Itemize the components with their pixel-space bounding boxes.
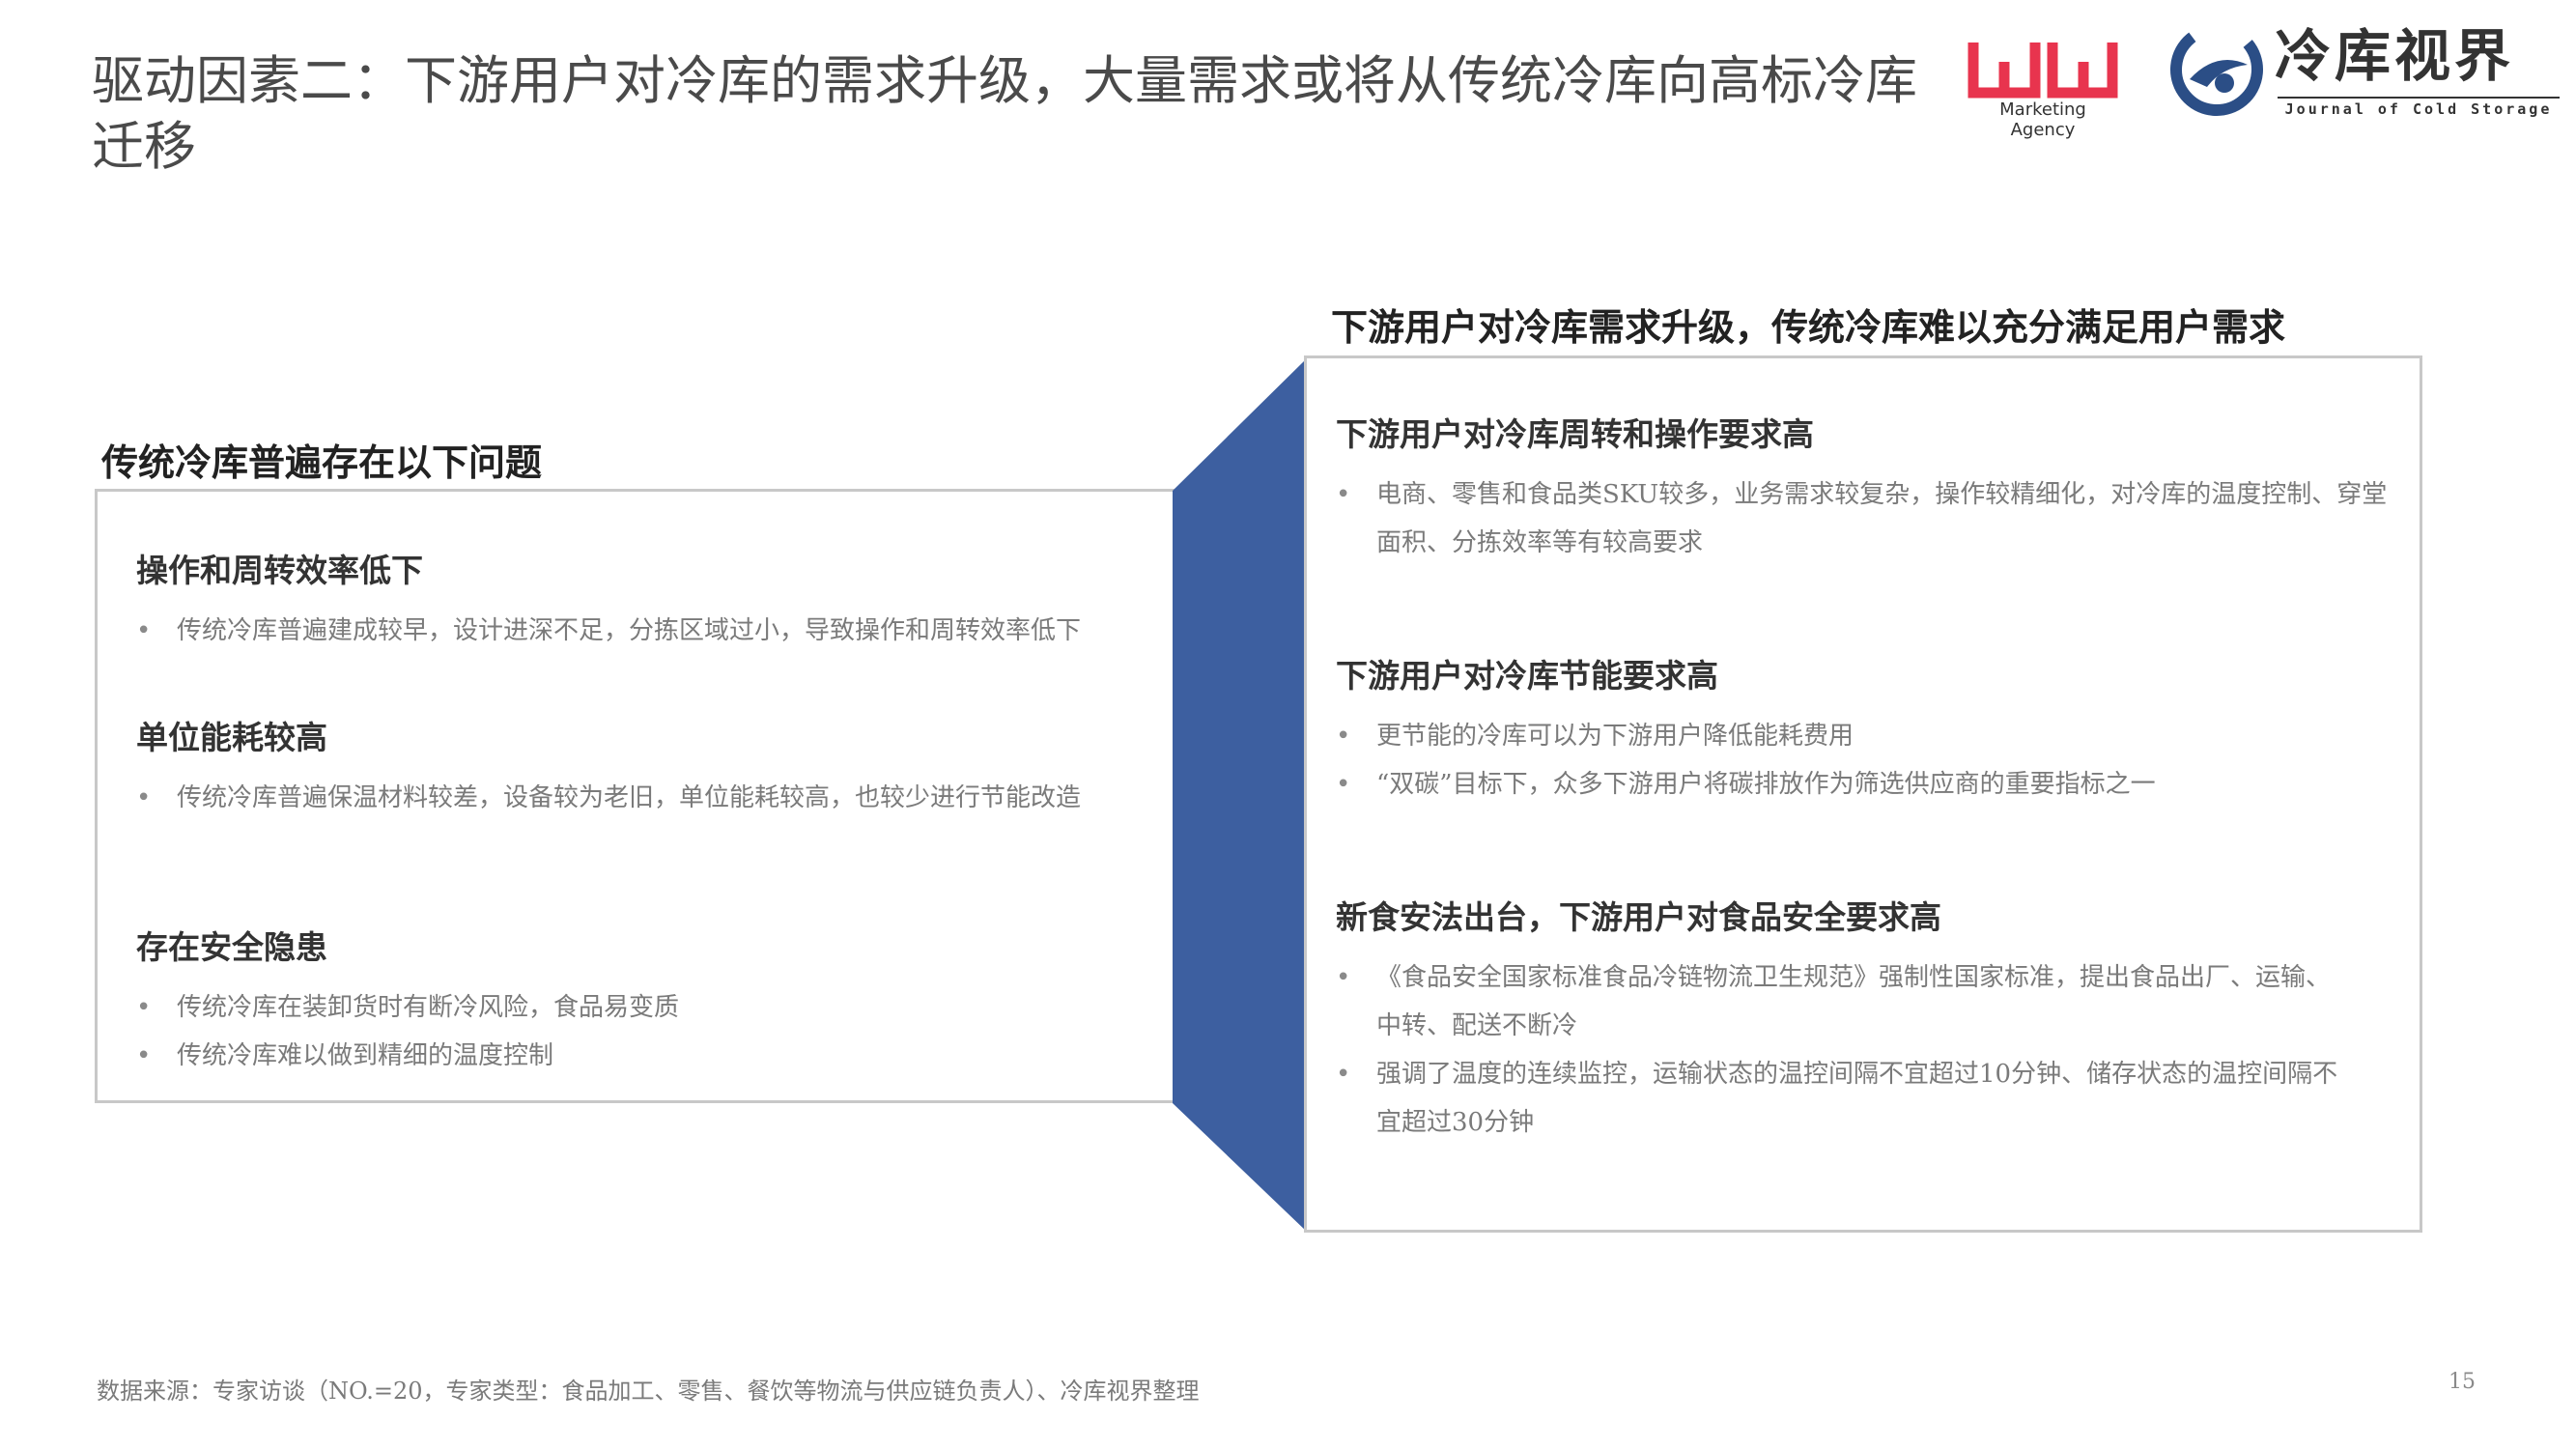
page-title: 驱动因素二：下游用户对冷库的需求升级，大量需求或将从传统冷库向高标冷库迁移 xyxy=(92,50,1917,177)
left-panel-heading: 传统冷库普遍存在以下问题 xyxy=(101,440,543,484)
section-title: 存在安全隐患 xyxy=(136,928,327,966)
bullet-item: 传统冷库普遍保温材料较差，设备较为老旧，单位能耗较高，也较少进行节能改造 xyxy=(136,774,1160,822)
section-title: 下游用户对冷库周转和操作要求高 xyxy=(1336,415,1814,453)
right-demands-box: 下游用户对冷库周转和操作要求高 电商、零售和食品类SKU较多，业务需求较复杂，操… xyxy=(1304,355,2422,1233)
bullet-item: 更节能的冷库可以为下游用户降低能耗费用 xyxy=(1336,712,2398,760)
cold-storage-logo-name: 冷库视界 xyxy=(2275,23,2515,89)
right-section-energy: 下游用户对冷库节能要求高 更节能的冷库可以为下游用户降低能耗费用 “双碳”目标下… xyxy=(1336,650,2398,809)
bullet-item: 《食品安全国家标准食品冷链物流卫生规范》强制性国家标准，提出食品出厂、运输、中转… xyxy=(1336,953,2340,1050)
panel-connector-shape xyxy=(1173,357,1308,1233)
left-section-energy: 单位能耗较高 传统冷库普遍保温材料较差，设备较为老旧，单位能耗较高，也较少进行节… xyxy=(136,712,1160,822)
section-title: 单位能耗较高 xyxy=(136,719,327,756)
left-section-efficiency: 操作和周转效率低下 传统冷库普遍建成较早，设计进深不足，分拣区域过小，导致操作和… xyxy=(136,545,1160,655)
bullet-item: 传统冷库难以做到精细的温度控制 xyxy=(136,1032,1160,1080)
data-source-note: 数据来源：专家访谈（NO.=20，专家类型：食品加工、零售、餐饮等物流与供应链负… xyxy=(97,1378,1200,1405)
cold-storage-logo-icon xyxy=(2170,23,2263,116)
bullet-item: 传统冷库在装卸货时有断冷风险，食品易变质 xyxy=(136,983,1160,1032)
section-title: 操作和周转效率低下 xyxy=(136,552,423,589)
wn-logo-subtitle: Marketing Agency xyxy=(1999,99,2086,140)
left-section-safety: 存在安全隐患 传统冷库在装卸货时有断冷风险，食品易变质 传统冷库难以做到精细的温… xyxy=(136,922,1160,1080)
left-problems-box: 操作和周转效率低下 传统冷库普遍建成较早，设计进深不足，分拣区域过小，导致操作和… xyxy=(95,489,1176,1103)
section-title: 下游用户对冷库节能要求高 xyxy=(1336,657,1718,695)
cold-storage-logo-subtitle: Journal of Cold Storage xyxy=(2284,100,2553,118)
right-panel-heading: 下游用户对冷库需求升级，传统冷库难以充分满足用户需求 xyxy=(1331,305,2286,349)
right-section-food-safety: 新食安法出台，下游用户对食品安全要求高 《食品安全国家标准食品冷链物流卫生规范》… xyxy=(1336,892,2340,1147)
right-section-turnover: 下游用户对冷库周转和操作要求高 电商、零售和食品类SKU较多，业务需求较复杂，操… xyxy=(1336,409,2398,567)
bullet-item: 电商、零售和食品类SKU较多，业务需求较复杂，操作较精细化，对冷库的温度控制、穿… xyxy=(1336,470,2398,567)
cold-storage-logo-divider xyxy=(2278,97,2560,99)
section-title: 新食安法出台，下游用户对食品安全要求高 xyxy=(1336,898,1941,936)
bullet-item: 强调了温度的连续监控，运输状态的温控间隔不宜超过10分钟、储存状态的温控间隔不宜… xyxy=(1336,1050,2340,1147)
bullet-item: “双碳”目标下，众多下游用户将碳排放作为筛选供应商的重要指标之一 xyxy=(1336,760,2398,809)
page-number: 15 xyxy=(2449,1370,2476,1394)
bullet-item: 传统冷库普遍建成较早，设计进深不足，分拣区域过小，导致操作和周转效率低下 xyxy=(136,607,1160,655)
